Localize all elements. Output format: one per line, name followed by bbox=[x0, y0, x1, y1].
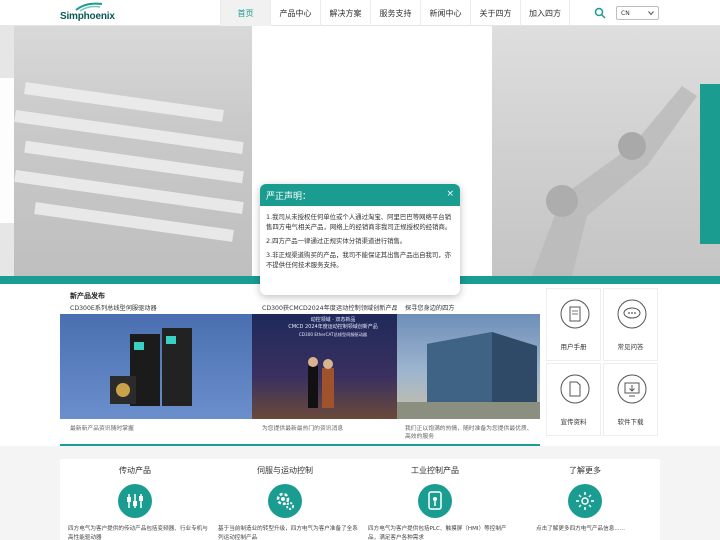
modal-paragraph: 3.非正规渠道购买的产品，我司不能保证其出售产品出自我司，亦不提供任何技术服务支… bbox=[266, 251, 452, 269]
modal-title: 严正声明： bbox=[266, 191, 312, 202]
nav-about[interactable]: 关于四方 bbox=[470, 0, 520, 26]
industrial-control-icon bbox=[418, 484, 452, 518]
news-card-new-product[interactable]: 新产品发布 CD300E系列总线型伺服驱动器 最新新产品资讯随时掌握 bbox=[60, 284, 252, 446]
search-icon[interactable] bbox=[594, 7, 606, 19]
service-tiles: 用户手册 常见问答 宣传资料 软件下载 bbox=[546, 288, 662, 438]
category-servo-motion[interactable]: 伺服与运动控制 基于当前制造业的转型升级，四方电气为客户准备了全系列运动控制产品 bbox=[210, 459, 360, 540]
category-title: 工业控制产品 bbox=[411, 466, 459, 475]
faq-icon bbox=[617, 299, 647, 329]
hero-prev-edge[interactable] bbox=[0, 78, 14, 223]
tile-label: 常见问答 bbox=[617, 343, 644, 351]
servo-drive-image bbox=[60, 314, 252, 419]
headquarters-building-image bbox=[397, 314, 540, 419]
servo-drives-illustration bbox=[110, 328, 192, 406]
tile-brochure[interactable]: 宣传资料 bbox=[546, 363, 601, 436]
drive-products-icon bbox=[118, 484, 152, 518]
news-card-location[interactable]: 探寻您身边的四方 我们正以饱满的热情，随时准备为您提供最优质、高效的服务 bbox=[397, 284, 540, 446]
close-icon[interactable]: × bbox=[446, 189, 454, 199]
user-manual-icon bbox=[560, 299, 590, 329]
card-subtitle: 探寻您身边的四方 bbox=[405, 305, 455, 312]
modal-paragraph: 1.我司从未授权任何单位或个人通过淘宝、阿里巴巴等网络平台销售四方电气相关产品，… bbox=[266, 213, 452, 231]
category-learn-more[interactable]: 了解更多 点击了解更多四方电气产品信息...... bbox=[510, 459, 660, 540]
learn-more-icon bbox=[568, 484, 602, 518]
modal-header: 严正声明： × bbox=[260, 184, 460, 206]
card-description: 我们正以饱满的热情，随时准备为您提供最优质、高效的服务 bbox=[405, 426, 533, 440]
tile-label: 宣传资料 bbox=[560, 418, 587, 426]
site-header: Simphoenix 首页 产品中心 解决方案 服务支持 新闻中心 关于四方 加… bbox=[0, 0, 720, 26]
card-subtitle: CD300E系列总线型伺服驱动器 bbox=[70, 305, 157, 312]
robot-arm-illustration bbox=[532, 86, 697, 276]
modal-paragraph: 2.四方产品一律通过正规实体分销渠道进行销售。 bbox=[266, 237, 407, 245]
servo-motion-icon bbox=[268, 484, 302, 518]
category-description: 点击了解更多四方电气产品信息...... bbox=[536, 526, 625, 532]
brochure-icon bbox=[560, 374, 590, 404]
language-value: CN bbox=[621, 9, 630, 17]
language-select[interactable]: CN bbox=[616, 6, 659, 20]
nav-service[interactable]: 服务支持 bbox=[370, 0, 420, 26]
main-nav: 首页 产品中心 解决方案 服务支持 新闻中心 关于四方 加入四方 bbox=[220, 0, 570, 26]
card-description: 最新新产品资讯随时掌握 bbox=[70, 426, 134, 432]
category-description: 四方电气为客户提供的传动产品包括变频器、行业专机与高性能驱动器 bbox=[68, 526, 208, 540]
news-cards: 新产品发布 CD300E系列总线型伺服驱动器 最新新产品资讯随时掌握 CD300… bbox=[60, 284, 540, 446]
card-subtitle: CD300获CMCD2024年度运动控制领域创新产品 bbox=[262, 305, 398, 312]
hero-image-factory-line bbox=[14, 26, 252, 276]
award-ceremony-image: 动控领域 · 双态新品 CMCD 2024年度运动控制领域创新产品 CD300 … bbox=[252, 314, 397, 419]
legal-notice-modal: 严正声明： × 1.我司从未授权任何单位或个人通过淘宝、阿里巴巴等网络平台销售四… bbox=[260, 184, 460, 295]
logo-text: Simphoenix bbox=[60, 11, 115, 22]
hero-image-robot-arm bbox=[492, 26, 720, 276]
news-card-award[interactable]: CD300获CMCD2024年度运动控制领域创新产品 动控领域 · 双态新品 C… bbox=[252, 284, 398, 446]
nav-solutions[interactable]: 解决方案 bbox=[320, 0, 370, 26]
tile-faq[interactable]: 常见问答 bbox=[603, 288, 658, 361]
category-drive-products[interactable]: 传动产品 四方电气为客户提供的传动产品包括变频器、行业专机与高性能驱动器 bbox=[60, 459, 210, 540]
hero-next-edge[interactable] bbox=[700, 84, 720, 244]
card-description: 为您提供最新最热门的资讯消息 bbox=[262, 426, 344, 432]
chevron-down-icon bbox=[648, 11, 654, 16]
modal-body: 1.我司从未授权任何单位或个人通过淘宝、阿里巴巴等网络平台销售四方电气相关产品，… bbox=[260, 206, 460, 270]
category-industrial-control[interactable]: 工业控制产品 四方电气为客户提供包括PLC、触摸屏（HMI）等控制产品，满足客户… bbox=[360, 459, 510, 540]
software-download-icon bbox=[617, 374, 647, 404]
card-title: 新产品发布 bbox=[70, 292, 105, 300]
tile-label: 软件下载 bbox=[617, 418, 644, 426]
tile-label: 用户手册 bbox=[560, 343, 587, 351]
nav-join[interactable]: 加入四方 bbox=[520, 0, 570, 26]
nav-news[interactable]: 新闻中心 bbox=[420, 0, 470, 26]
award-people-illustration bbox=[308, 357, 334, 408]
tile-user-manual[interactable]: 用户手册 bbox=[546, 288, 601, 361]
category-title: 传动产品 bbox=[119, 466, 151, 475]
building-illustration bbox=[397, 332, 540, 419]
category-description: 四方电气为客户提供包括PLC、触摸屏（HMI）等控制产品，满足客户各种需求 bbox=[368, 526, 507, 540]
category-title: 了解更多 bbox=[569, 466, 601, 475]
category-description: 基于当前制造业的转型升级，四方电气为客户准备了全系列运动控制产品 bbox=[218, 526, 358, 540]
category-title: 伺服与运动控制 bbox=[257, 466, 313, 475]
nav-products[interactable]: 产品中心 bbox=[270, 0, 320, 26]
nav-home[interactable]: 首页 bbox=[220, 0, 270, 26]
tile-software-download[interactable]: 软件下载 bbox=[603, 363, 658, 436]
simphoenix-logo[interactable]: Simphoenix bbox=[60, 2, 120, 24]
